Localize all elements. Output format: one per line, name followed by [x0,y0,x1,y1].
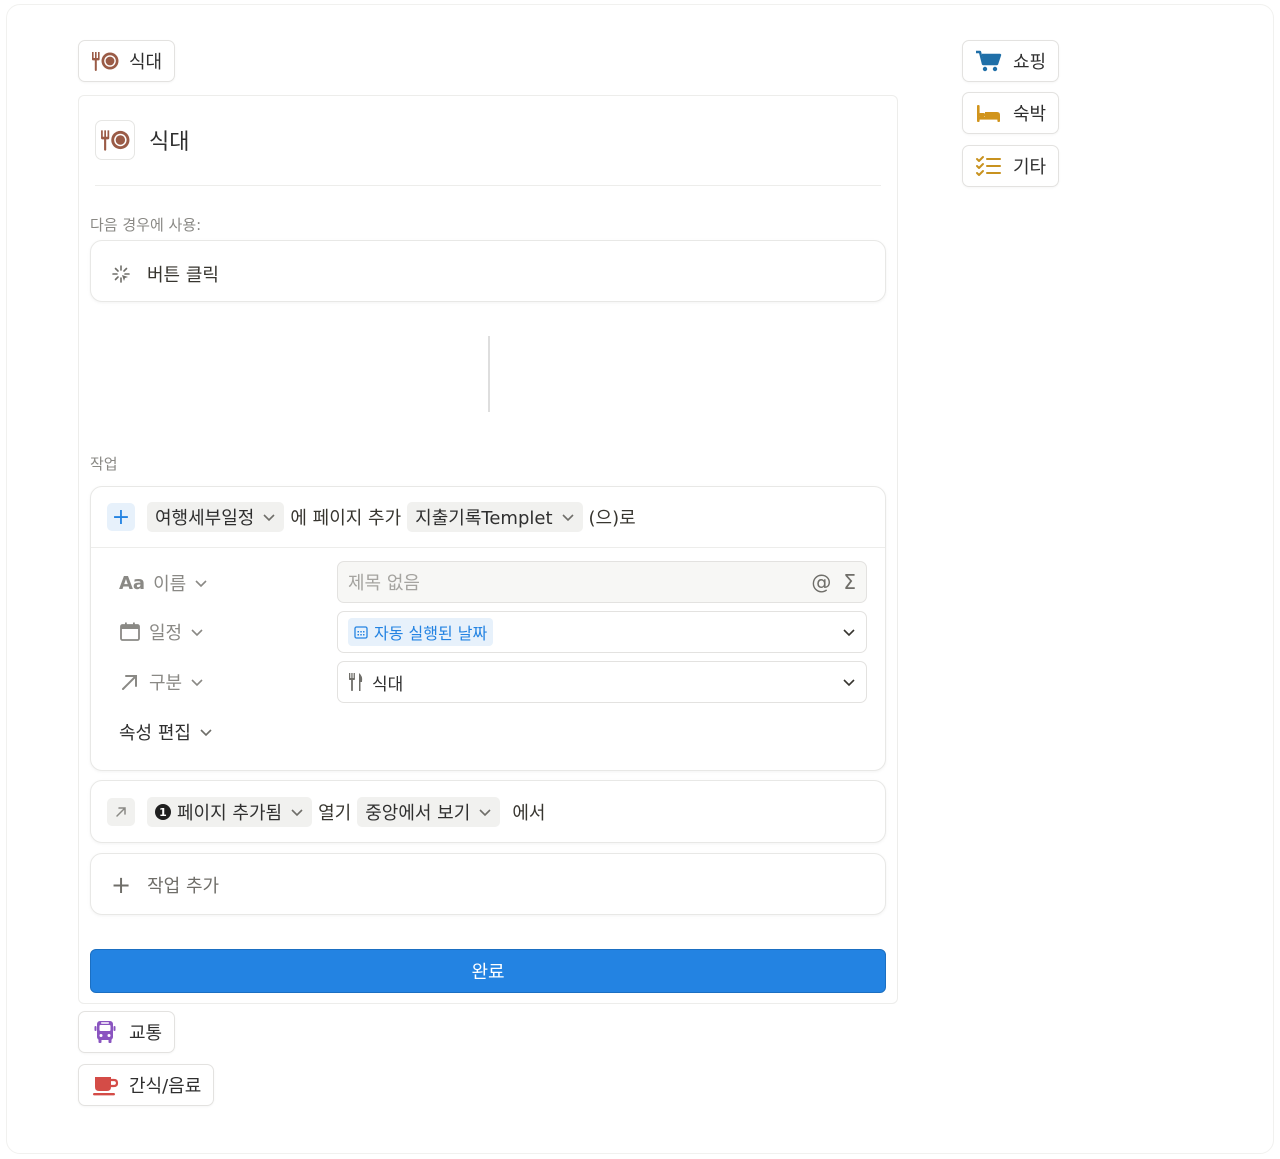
schedule-select[interactable]: 자동 실행된 날짜 [337,611,867,653]
editor-title[interactable]: 식대 [149,124,189,156]
lodging-button[interactable]: 숙박 [962,92,1060,134]
chevron-down-icon [479,809,491,817]
plus-icon: + [107,503,135,531]
trigger-card[interactable]: 버튼 클릭 [90,240,886,302]
chevron-down-icon [195,580,207,588]
category-tag: 식대 [348,670,403,695]
edit-properties-label: 속성 편집 [119,723,191,744]
trigger-value: 버튼 클릭 [147,265,219,286]
mention-icon[interactable]: @ [811,570,831,594]
page-added-select[interactable]: 1 페이지 추가됨 [147,797,313,827]
view-mode-select[interactable]: 중앙에서 보기 [357,797,501,827]
transport-button[interactable]: 교통 [78,1011,176,1053]
flow-connector-line [488,336,490,412]
suffix-text: (으)로 [588,508,636,529]
snacks-button[interactable]: 간식/음료 [78,1064,215,1106]
coffee-cup-icon [93,1077,119,1096]
step-number-badge: 1 [155,804,171,820]
other-button[interactable]: 기타 [962,145,1060,187]
template-select-label: 지출기록Templet [415,508,553,529]
actions-section-label: 작업 [90,455,118,473]
add-page-action-summary: + 여행세부일정 에 페이지 추가 지출기록Templet (으)로 [107,502,636,532]
name-placeholder: 제목 없음 [348,573,420,594]
formula-sigma-icon[interactable]: Σ [843,570,856,594]
edit-properties-button[interactable]: 속성 편집 [119,719,213,745]
date-tag: 자동 실행된 날짜 [348,618,494,646]
view-mode-label: 중앙에서 보기 [365,803,471,824]
editor-header: 식대 [95,120,189,160]
automation-editor-panel: 식대 다음 경우에 사용: 버튼 클릭 작업 + 여행세부일정 에 페이지 추가 [78,95,898,1004]
property-category-text: 구분 [149,673,183,694]
shopping-button[interactable]: 쇼핑 [962,40,1060,82]
page-added-label: 페이지 추가됨 [177,803,283,824]
action-separator [91,547,885,548]
chevron-down-icon [291,809,303,817]
database-select-label: 여행세부일정 [155,508,255,529]
add-page-action-card: + 여행세부일정 에 페이지 추가 지출기록Templet (으)로 Aa 이름… [90,486,886,771]
calendar-icon [120,622,140,641]
open-suffix-text: 에서 [512,803,546,824]
chevron-down-icon [263,514,275,522]
chevron-down-icon [191,629,203,637]
add-action-button[interactable]: + 작업 추가 [90,853,886,915]
meals-button[interactable]: 식대 [78,40,176,82]
bus-icon [94,1021,116,1043]
done-button[interactable]: 완료 [90,949,886,993]
click-sparkle-icon [112,265,130,283]
property-category-label[interactable]: 구분 [119,669,204,695]
chevron-down-icon [191,679,203,687]
add-page-text: 에 페이지 추가 [290,508,402,529]
chevron-down-icon [200,729,212,737]
category-select[interactable]: 식대 [337,661,867,703]
database-select[interactable]: 여행세부일정 [147,502,285,532]
fork-plate-icon [92,52,119,71]
chevron-down-icon [843,679,855,687]
bed-icon [977,105,1000,122]
editor-icon-button[interactable] [95,120,135,160]
relation-arrow-icon [122,675,137,690]
template-select[interactable]: 지출기록Templet [407,502,583,532]
text-type-icon: Aa [119,572,146,594]
snacks-button-label: 간식/음료 [129,1076,202,1097]
fork-plate-icon [101,130,130,151]
open-page-action-card[interactable]: 1 페이지 추가됨 열기 중앙에서 보기 에서 [90,780,886,843]
open-page-action-summary: 1 페이지 추가됨 열기 중앙에서 보기 에서 [107,797,545,827]
property-schedule-label[interactable]: 일정 [119,619,204,645]
plus-icon: + [111,871,132,899]
transport-button-label: 교통 [129,1023,163,1044]
calendar-grid-icon [354,626,368,639]
property-name-text: 이름 [153,574,187,595]
shopping-button-label: 쇼핑 [1013,52,1047,73]
other-button-label: 기타 [1013,157,1047,178]
open-text: 열기 [318,803,352,824]
chevron-down-icon [843,629,855,637]
trigger-section-label: 다음 경우에 사용: [90,216,202,234]
category-tag-label: 식대 [372,674,404,695]
name-input[interactable]: 제목 없음 @ Σ [337,561,867,603]
checklist-icon [976,156,1001,176]
open-arrow-icon [107,798,135,826]
fork-knife-icon [349,673,363,691]
lodging-button-label: 숙박 [1013,104,1047,125]
property-schedule-text: 일정 [149,623,183,644]
meals-button-label: 식대 [129,52,163,73]
shopping-cart-icon [976,50,1002,72]
add-action-label: 작업 추가 [147,876,220,897]
date-tag-label: 자동 실행된 날짜 [374,624,488,643]
chevron-down-icon [561,514,574,522]
property-name-label[interactable]: Aa 이름 [119,570,208,596]
header-divider [95,185,881,186]
